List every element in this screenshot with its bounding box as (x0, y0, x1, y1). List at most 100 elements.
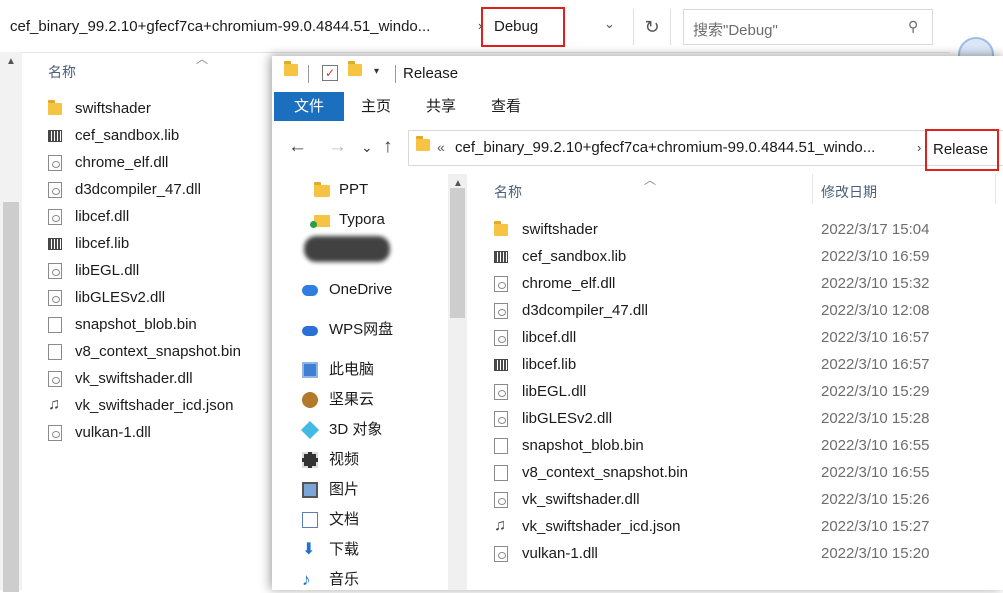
wps-cloud-icon (302, 326, 318, 336)
nav-item-label: OneDrive (329, 281, 393, 298)
column-divider[interactable] (812, 174, 813, 204)
tab-file[interactable]: 文件 (274, 92, 344, 121)
file-date-modified: 2022/3/10 16:59 (821, 248, 930, 265)
dll-file-icon (48, 182, 62, 198)
column-header-name[interactable]: 名称 (494, 182, 522, 202)
file-name: chrome_elf.dll (75, 154, 169, 171)
file-name: v8_context_snapshot.bin (522, 464, 688, 481)
file-name: snapshot_blob.bin (75, 316, 197, 333)
release-explorer-window: ✓ ▾ Release 文件 主页 共享 查看 ← → ⌄ ↑ « cef_bi… (272, 56, 1003, 590)
address-path[interactable]: cef_binary_99.2.10+gfecf7ca+chromium-99.… (455, 139, 875, 156)
dll-file-icon (494, 492, 508, 508)
nav-item-label: 此电脑 (329, 361, 375, 378)
dll-file-icon (494, 384, 508, 400)
doc-file-icon (494, 438, 508, 454)
up-arrow-icon[interactable]: ↑ (383, 136, 393, 158)
file-name: d3dcompiler_47.dll (522, 302, 648, 319)
lib-file-icon (494, 251, 508, 263)
navigation-pane-scrollbar[interactable]: ▲ (448, 174, 467, 590)
file-name: libcef.lib (75, 235, 130, 252)
lib-file-icon (48, 238, 62, 250)
properties-checkbox-icon[interactable]: ✓ (322, 65, 338, 81)
search-icon[interactable]: ⚲ (908, 18, 918, 35)
forward-arrow-icon[interactable]: → (328, 136, 347, 158)
scrollbar-thumb[interactable] (3, 202, 19, 592)
address-bar[interactable]: « cef_binary_99.2.10+gfecf7ca+chromium-9… (408, 129, 1003, 171)
sort-ascending-icon: ︿ (196, 52, 209, 66)
refresh-button[interactable]: ↻ (633, 9, 671, 45)
file-name: libcef.lib (522, 356, 577, 373)
dll-file-icon (48, 371, 62, 387)
file-name: vk_swiftshader.dll (75, 370, 193, 387)
dll-file-icon (48, 155, 62, 171)
debug-address-path[interactable]: cef_binary_99.2.10+gfecf7ca+chromium-99.… (10, 18, 430, 35)
search-placeholder: 搜索"Debug" (693, 22, 778, 39)
scroll-up-arrow-icon[interactable]: ▲ (6, 56, 16, 67)
file-name: libEGL.dll (522, 383, 587, 400)
file-name: cef_sandbox.lib (75, 127, 180, 144)
nav-item-label: 视频 (329, 451, 360, 468)
file-name: libGLESv2.dll (522, 410, 613, 427)
column-header-date-modified[interactable]: 修改日期 (821, 182, 877, 202)
file-name: chrome_elf.dll (522, 275, 616, 292)
search-input[interactable]: 搜索"Debug" ⚲ (683, 9, 933, 45)
file-name: vulkan-1.dll (522, 545, 598, 562)
dll-file-icon (494, 330, 508, 346)
nav-item-label: 音乐 (329, 571, 360, 588)
column-header-name[interactable]: 名称 (48, 62, 76, 82)
file-name: libcef.dll (75, 208, 130, 225)
scrollbar-thumb[interactable] (450, 188, 465, 318)
redacted-item (304, 236, 390, 262)
dll-file-icon (494, 276, 508, 292)
nav-item-label: 坚果云 (329, 391, 375, 408)
ribbon-tabs: 文件 主页 共享 查看 (272, 92, 1003, 123)
customize-toolbar-dropdown-icon[interactable]: ▾ (374, 66, 379, 77)
file-date-modified: 2022/3/10 16:57 (821, 356, 930, 373)
nav-item-label: Typora (339, 211, 385, 228)
file-name: vk_swiftshader_icd.json (75, 397, 234, 414)
json-file-icon: ♫ (48, 396, 60, 413)
dll-file-icon (494, 546, 508, 562)
nav-pane-scrollbar[interactable]: ▲ (0, 52, 22, 592)
dll-file-icon (48, 290, 62, 306)
folder-icon (416, 136, 430, 151)
folder-icon (284, 61, 298, 76)
column-divider[interactable] (995, 174, 996, 204)
file-name: swiftshader (522, 221, 598, 238)
tab-home[interactable]: 主页 (361, 92, 391, 121)
chevron-down-icon[interactable]: ⌄ (604, 16, 615, 32)
doc-file-icon (48, 317, 62, 333)
folder-icon (310, 215, 330, 228)
3d-objects-icon (300, 420, 320, 440)
nav-item-label: 文档 (329, 511, 360, 528)
tab-view[interactable]: 查看 (491, 92, 521, 121)
overflow-chevron-icon[interactable]: « (437, 139, 445, 155)
nav-item-label: PPT (339, 181, 369, 198)
documents-icon (302, 512, 318, 528)
tab-share[interactable]: 共享 (426, 92, 456, 121)
nav-item-label: WPS网盘 (329, 321, 394, 338)
release-breadcrumb-current[interactable]: Release (925, 129, 999, 171)
music-icon: ♪ (302, 570, 311, 589)
navigation-bar: ← → ⌄ ↑ « cef_binary_99.2.10+gfecf7ca+ch… (272, 122, 1003, 174)
file-name: cef_sandbox.lib (522, 248, 627, 265)
pictures-icon (302, 482, 318, 498)
refresh-icon: ↻ (644, 17, 660, 37)
file-date-modified: 2022/3/17 15:04 (821, 221, 930, 238)
nav-item-label: 3D 对象 (329, 421, 383, 438)
breadcrumb-chevron-icon[interactable]: › (917, 140, 921, 155)
nutstore-icon (302, 392, 318, 408)
recent-locations-chevron-icon[interactable]: ⌄ (361, 139, 373, 156)
new-folder-icon[interactable] (348, 61, 362, 76)
file-name: vulkan-1.dll (75, 424, 151, 441)
back-arrow-icon[interactable]: ← (288, 136, 307, 158)
file-date-modified: 2022/3/10 15:29 (821, 383, 930, 400)
debug-breadcrumb-current[interactable]: Debug (481, 7, 565, 47)
debug-address-bar: cef_binary_99.2.10+gfecf7ca+chromium-99.… (0, 0, 950, 53)
file-name: vk_swiftshader.dll (522, 491, 640, 508)
file-name: libEGL.dll (75, 262, 140, 279)
dll-file-icon (48, 209, 62, 225)
file-date-modified: 2022/3/10 15:28 (821, 410, 930, 427)
dll-file-icon (494, 303, 508, 319)
nav-item-label: 下载 (329, 541, 360, 558)
